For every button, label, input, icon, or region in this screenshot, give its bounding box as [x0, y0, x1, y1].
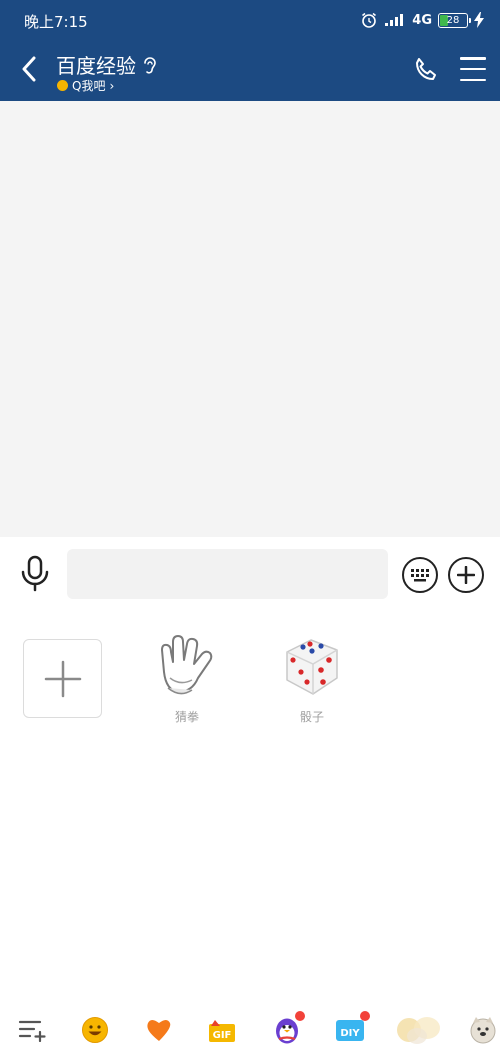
chat-subtitle[interactable]: Q我吧 › — [57, 77, 114, 94]
tab-emoji[interactable] — [80, 1015, 110, 1045]
tab-favorites[interactable] — [144, 1015, 174, 1045]
chevron-left-icon — [22, 56, 36, 82]
smiley-emoji-icon — [82, 1017, 108, 1043]
keyboard-icon — [411, 569, 429, 582]
network-type: 4G — [412, 12, 432, 28]
sticker-item-dice[interactable]: 骰子 — [272, 632, 352, 725]
sticker-panel: 猜拳 骰子 — [0, 610, 500, 1005]
phone-call-icon[interactable] — [412, 56, 440, 84]
input-bar — [0, 537, 500, 610]
diy-sticker-icon: DIY — [336, 1020, 364, 1041]
new-badge — [360, 1011, 370, 1021]
emoji-tab-bar: GIF DIY — [0, 1005, 500, 1057]
message-list[interactable] — [0, 101, 500, 537]
subtitle-text: Q我吧 — [72, 79, 106, 93]
microphone-icon[interactable] — [18, 555, 52, 593]
heart-favorites-icon — [147, 1020, 171, 1041]
message-input[interactable] — [67, 549, 388, 599]
menu-line — [460, 78, 486, 81]
sticker-label: 猜拳 — [174, 710, 199, 724]
menu-button[interactable] — [460, 57, 486, 81]
tab-blurred-stickers[interactable] — [395, 1015, 443, 1045]
alarm-icon — [362, 12, 377, 28]
sticker-label: 骰子 — [299, 710, 324, 724]
gif-icon: GIF — [209, 1020, 235, 1042]
contact-name: 百度经验 — [56, 54, 136, 78]
back-button[interactable] — [14, 52, 44, 86]
svg-text:GIF: GIF — [213, 1030, 232, 1041]
add-sticker-button[interactable] — [23, 639, 102, 718]
keyboard-button[interactable] — [402, 557, 438, 593]
plus-icon — [457, 566, 475, 584]
dice-icon — [286, 639, 338, 695]
top-bar: 晚上7:15 4G 28 百度经验 Q我吧 › — [0, 0, 500, 101]
tab-gif[interactable]: GIF — [207, 1015, 237, 1045]
ear-icon — [144, 56, 156, 74]
chat-screen: 晚上7:15 4G 28 百度经验 Q我吧 › 猜拳 骰子 GIF DIY — [0, 0, 500, 1057]
status-time: 晚上7:15 — [24, 13, 88, 31]
status-bar: 晚上7:15 4G 28 — [0, 0, 500, 40]
status-icons: 4G 28 — [360, 10, 484, 30]
battery-percent: 28 — [446, 14, 460, 26]
tab-diy-stickers[interactable]: DIY — [335, 1011, 370, 1045]
rock-paper-scissors-hand-icon — [161, 635, 213, 695]
plus-icon — [44, 660, 81, 697]
battery-icon: 28 — [438, 12, 471, 28]
tab-doge-stickers[interactable] — [468, 1015, 498, 1045]
blurred-sticker-icon — [397, 1017, 440, 1044]
chat-header: 百度经验 Q我吧 › — [0, 40, 500, 101]
new-badge — [295, 1011, 305, 1021]
svg-text:DIY: DIY — [340, 1028, 360, 1039]
chat-title[interactable]: 百度经验 — [56, 50, 158, 79]
tab-sticker-manage[interactable] — [17, 1015, 47, 1045]
sticker-list-add-icon — [18, 1020, 46, 1042]
more-options-button[interactable] — [448, 557, 484, 593]
signal-icon — [385, 14, 404, 26]
subtitle-chevron-icon: › — [109, 78, 115, 93]
charging-icon — [474, 12, 484, 28]
q-status-icon — [57, 80, 68, 91]
tab-penguin-stickers[interactable] — [272, 1011, 305, 1045]
doge-sticker-icon — [470, 1017, 496, 1044]
sticker-item-rock-paper-scissors[interactable]: 猜拳 — [147, 632, 227, 725]
menu-line — [460, 67, 486, 71]
menu-line — [460, 57, 486, 60]
